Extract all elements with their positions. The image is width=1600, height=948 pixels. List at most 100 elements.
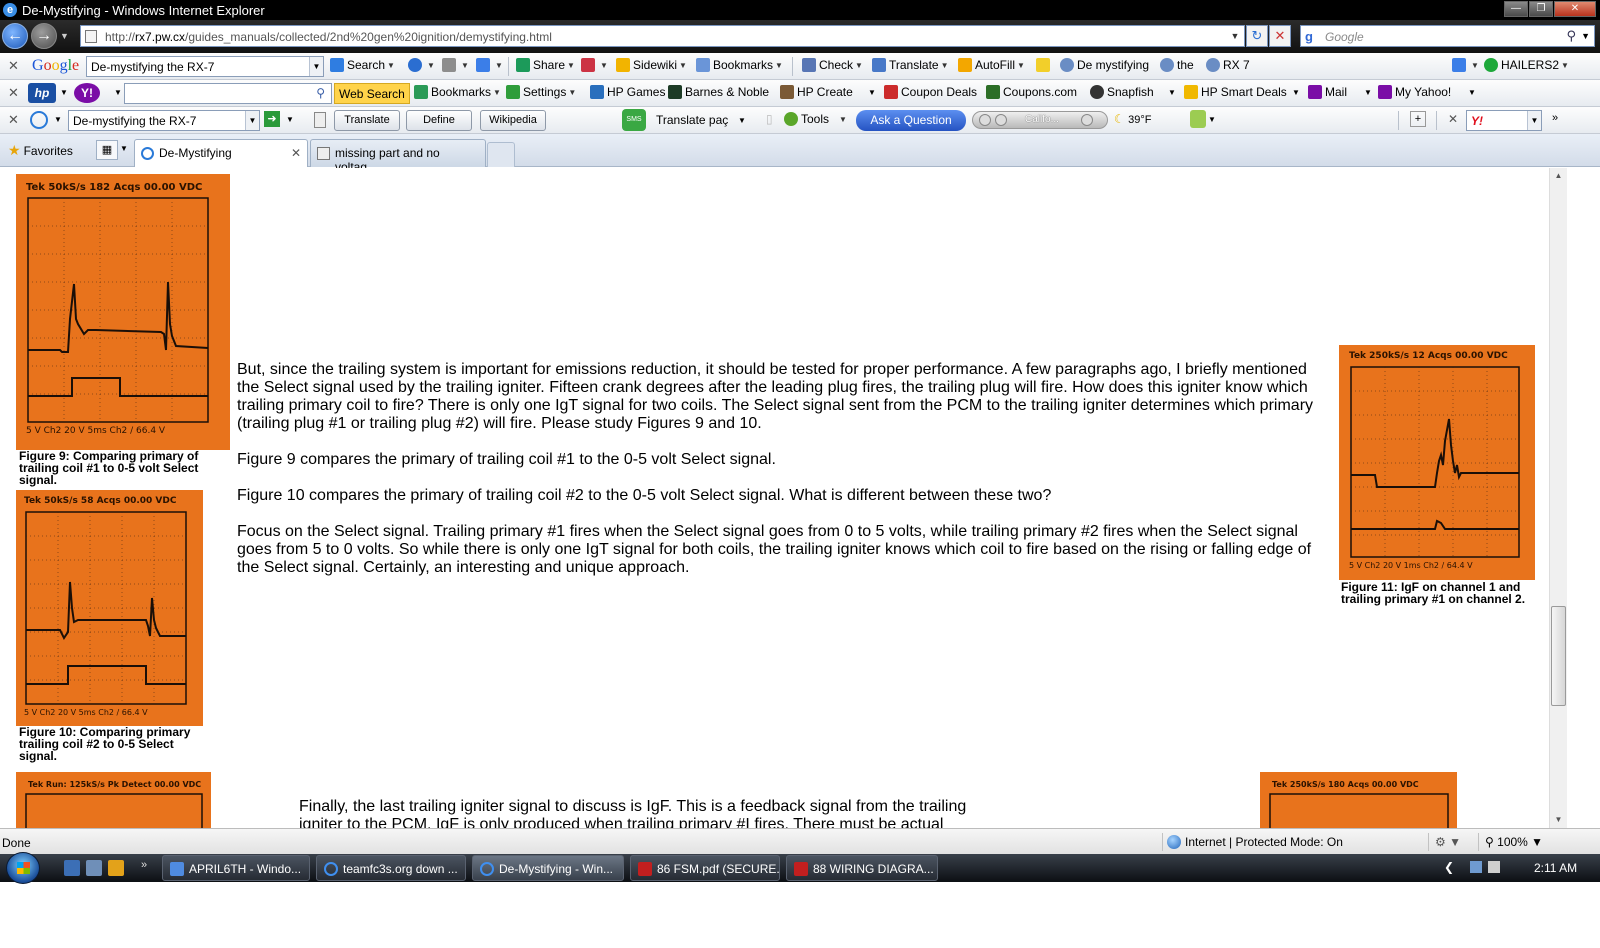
taskbar-item-86-fsm-pdf[interactable]: 86 FSM.pdf (SECURE... [630,855,780,881]
zoom-level-button[interactable]: ⚲ 100% ▼ [1478,833,1558,851]
google-translate-button[interactable]: Translate ▼ [872,58,949,72]
tab-de-mystifying[interactable]: De-Mystifying ✕ [134,139,308,167]
mail-link[interactable]: Mail [1308,85,1347,99]
volume-icon[interactable] [1081,114,1093,126]
radio-player[interactable]: Califo... [972,111,1108,129]
google-blocker-button[interactable]: ▼ [581,58,608,72]
quick-tabs-button[interactable]: ▦ [96,140,118,160]
yahoo-search-input[interactable]: ⚲ [124,83,332,104]
google-sidewiki-button[interactable]: Sidewiki ▼ [616,58,687,72]
recent-pages-dropdown-icon[interactable]: ▼ [60,31,69,41]
coupon-deals-link[interactable]: Coupon Deals [884,85,977,99]
snapfish-link[interactable]: Snapfish [1090,85,1154,99]
taskbar-item-teamfc3s[interactable]: teamfc3s.org down ... [316,855,466,881]
google-popup-button[interactable]: ▼ [442,58,469,72]
clipboard-icon[interactable]: ▯ [766,112,773,126]
ask-logo-icon[interactable] [30,111,48,129]
google-search-button[interactable]: Search ▼ [330,58,395,72]
smart-deals-dropdown-icon[interactable]: ▼ [1292,88,1300,97]
yahoo-search-select[interactable]: Y! ▼ [1466,110,1542,131]
tab-list-dropdown-icon[interactable]: ▼ [120,144,128,153]
yahoo-menu-dropdown-icon[interactable]: ▼ [114,88,122,97]
taskbar-item-april6th[interactable]: APRIL6TH - Windo... [162,855,310,881]
ask-menu-dropdown-icon[interactable]: ▼ [54,115,62,124]
address-bar[interactable]: http://rx7.pw.cx/guides_manuals/collecte… [80,25,1245,47]
minimize-button[interactable]: — [1504,1,1528,17]
hp-create-dropdown-icon[interactable]: ▼ [868,88,876,97]
free-sms-icon[interactable]: SMS [622,109,646,131]
google-add-button[interactable]: ▼ [476,58,503,72]
show-hidden-icons-chevron[interactable]: ❮ [1444,860,1454,874]
stop-button[interactable]: ✕ [1269,25,1291,47]
calculator-icon[interactable] [314,112,326,128]
close-tab-icon[interactable]: ✕ [291,146,301,160]
chevron-down-icon[interactable]: ▼ [1527,111,1541,130]
search-icon[interactable]: ⚲ [1566,28,1576,44]
taskbar-item-demystifying[interactable]: De-Mystifying - Win... [472,855,624,881]
mail-dropdown-icon[interactable]: ▼ [1364,88,1372,97]
play-icon[interactable] [995,114,1007,126]
coupons-com-link[interactable]: Coupons.com [986,85,1077,99]
google-bookmarks-button[interactable]: Bookmarks ▼ [696,58,783,72]
scrollbar-thumb[interactable] [1551,606,1566,706]
close-toolbar-icon[interactable]: ✕ [8,85,19,101]
search-icon[interactable]: ⚲ [316,86,325,100]
refresh-button[interactable]: ↻ [1246,25,1268,47]
taskbar-item-88-wiring-diagram[interactable]: 88 WIRING DIAGRA... [786,855,938,881]
stop-icon[interactable] [979,114,991,126]
wrench-settings-button[interactable]: ▼ [1452,58,1479,72]
yahoo-logo[interactable]: Y! [74,83,100,103]
favorites-button[interactable]: ★ Favorites [8,142,73,159]
hp-settings-button[interactable]: Settings ▼ [506,85,576,99]
scroll-up-icon[interactable]: ▲ [1550,168,1567,184]
hp-games-link[interactable]: HP Games [590,85,665,99]
go-arrow-icon[interactable]: ➜ [264,111,280,127]
add-toolbar-icon[interactable]: + [1410,111,1426,127]
close-yahoo-bar-icon[interactable]: ✕ [1448,112,1458,126]
browser-search-box[interactable]: g Google ⚲ ▼ [1300,25,1595,47]
google-logo[interactable]: Google [32,57,79,75]
weather-widget[interactable]: ☾ 39°F [1114,112,1151,126]
start-button[interactable] [6,852,40,884]
google-toolbar-search-input[interactable]: De-mystifying the RX-7 ▼ [86,56,324,77]
back-button[interactable]: ← [2,23,28,49]
google-pagerank-button[interactable]: ▼ [408,58,435,72]
search-term-the[interactable]: the [1160,58,1194,72]
protected-mode-settings[interactable]: ⚙ ▼ [1428,833,1476,851]
translate-button[interactable]: Translate [334,110,400,131]
address-url[interactable]: http://rx7.pw.cx/guides_manuals/collecte… [105,30,552,44]
close-toolbar-icon[interactable]: ✕ [8,112,19,128]
my-yahoo-link[interactable]: My Yahoo! [1378,85,1451,99]
search-options-dropdown-icon[interactable]: ▼ [1581,31,1590,41]
volume-icon[interactable] [1488,861,1500,873]
google-check-button[interactable]: Check ▼ [802,58,863,72]
google-autofill-button[interactable]: AutoFill ▼ [958,58,1025,72]
search-term-rx7[interactable]: RX 7 [1206,58,1250,72]
close-window-button[interactable]: ✕ [1554,1,1596,17]
notifier-icon[interactable] [1190,110,1206,128]
maximize-button[interactable]: ❐ [1529,1,1553,17]
chevron-down-icon[interactable]: ▼ [309,57,323,76]
show-desktop-icon[interactable] [64,860,80,876]
hp-bookmarks-button[interactable]: Bookmarks ▼ [414,85,501,99]
translate-page-select[interactable]: Translate paç ▼ [652,110,750,131]
toolbar-overflow-chevron-icon[interactable]: » [1552,112,1558,124]
network-icon[interactable] [1470,861,1482,873]
go-dropdown-icon[interactable]: ▼ [286,115,294,124]
address-dropdown-icon[interactable]: ▼ [1226,26,1244,46]
tools-menu[interactable]: Tools ▼ [784,112,847,126]
tab-missing-part[interactable]: missing part and no voltag... [310,139,486,174]
security-zone[interactable]: Internet | Protected Mode: On [1162,833,1424,851]
new-tab-button[interactable] [487,142,515,167]
quick-launch-overflow-icon[interactable]: » [141,859,147,871]
hp-menu-dropdown-icon[interactable]: ▼ [60,88,68,97]
define-button[interactable]: Define [406,110,472,131]
switch-windows-icon[interactable] [86,860,102,876]
close-toolbar-icon[interactable]: ✕ [8,58,19,74]
more-dropdown-icon[interactable]: ▼ [1468,88,1476,97]
barnes-noble-link[interactable]: Barnes & Noble [668,85,769,99]
ask-search-input[interactable]: De-mystifying the RX-7 ▼ [68,110,260,131]
forward-button[interactable]: → [31,23,57,49]
clock[interactable]: 2:11 AM [1534,861,1577,875]
google-account-button[interactable]: HAILERS2 ▼ [1484,58,1569,72]
